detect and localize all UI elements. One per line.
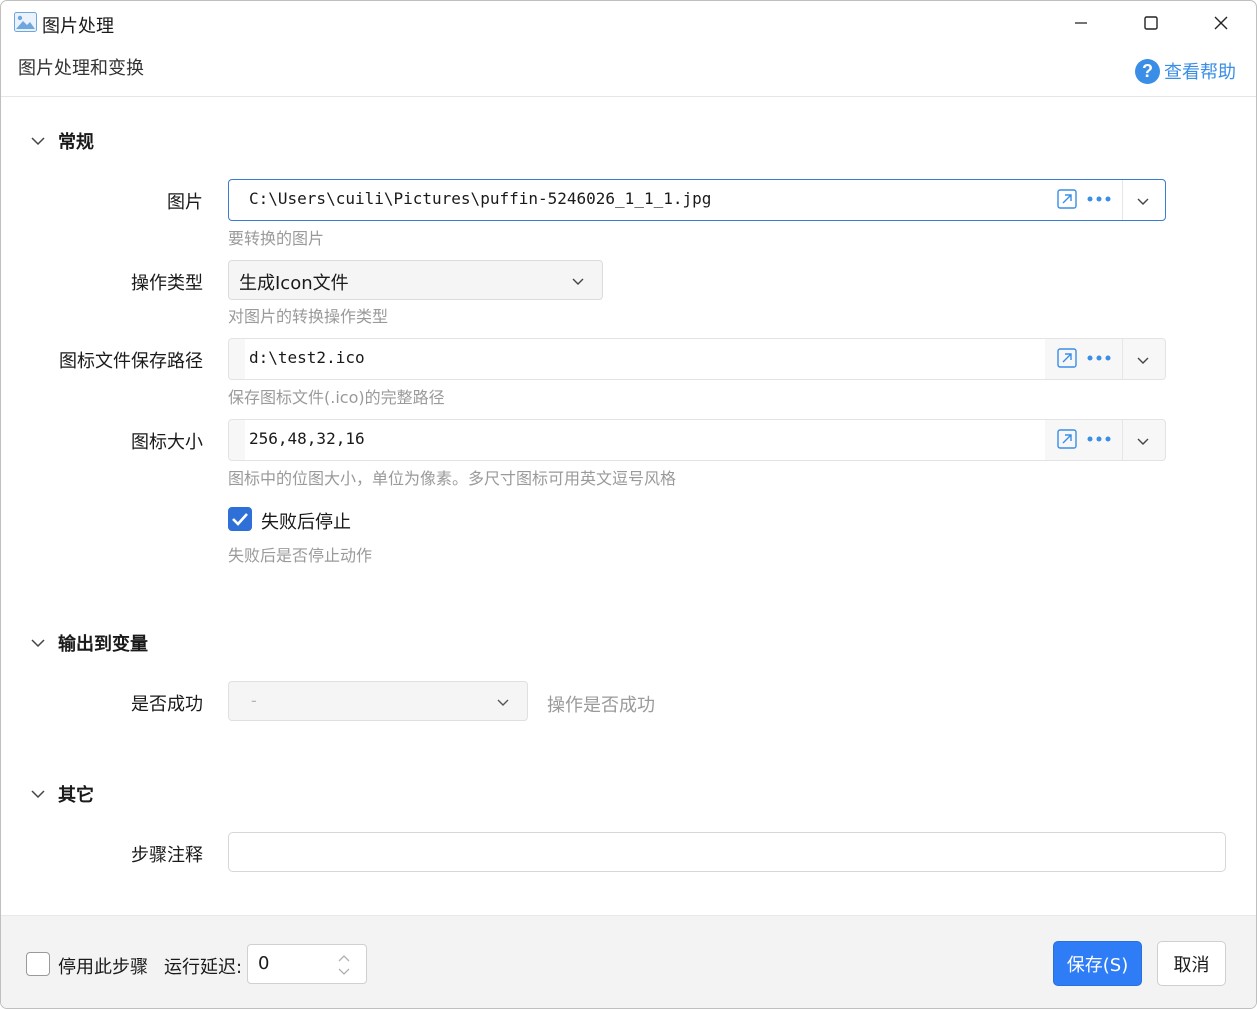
spinner-arrows-icon[interactable]: [336, 951, 352, 979]
operation-type-value: 生成Icon文件: [239, 273, 349, 294]
image-label: 图片: [167, 192, 203, 213]
minimize-icon: [1075, 22, 1087, 24]
chevron-down-icon[interactable]: [1135, 193, 1151, 209]
operation-type-select[interactable]: 生成Icon文件: [228, 260, 603, 300]
help-label: 查看帮助: [1164, 62, 1236, 83]
close-button[interactable]: [1191, 5, 1251, 41]
dialog-header: 图片处理和变换 ? 查看帮助: [1, 45, 1256, 97]
checkmark-icon: [232, 513, 248, 526]
image-app-icon: [14, 12, 37, 32]
disable-step-label[interactable]: 停用此步骤: [58, 953, 148, 979]
image-path-field[interactable]: C:\Users\cuili\Pictures\puffin-5246026_1…: [228, 179, 1166, 221]
run-delay-value: 0: [258, 953, 270, 974]
chevron-down-icon[interactable]: [1135, 352, 1151, 368]
cancel-button[interactable]: 取消: [1157, 941, 1226, 986]
operation-type-hint: 对图片的转换操作类型: [228, 307, 389, 326]
more-options-icon[interactable]: [1086, 429, 1112, 449]
more-options-icon[interactable]: [1086, 348, 1112, 368]
success-var-hint: 操作是否成功: [547, 695, 655, 716]
icon-save-path-field[interactable]: d:\test2.ico: [228, 338, 1166, 380]
run-delay-spinner[interactable]: 0: [247, 944, 367, 984]
stop-on-fail-hint: 失败后是否停止动作: [228, 546, 373, 565]
open-external-icon[interactable]: [1057, 189, 1077, 209]
chevron-down-icon: [31, 137, 45, 146]
icon-size-label: 图标大小: [131, 432, 203, 453]
success-var-value: -: [251, 691, 257, 710]
open-external-icon[interactable]: [1057, 348, 1077, 368]
maximize-icon: [1144, 16, 1158, 30]
help-link[interactable]: ? 查看帮助: [1135, 58, 1236, 84]
icon-size-value: 256,48,32,16: [249, 429, 365, 448]
chevron-down-icon[interactable]: [1135, 433, 1151, 449]
more-options-icon[interactable]: [1086, 189, 1112, 209]
section-other-header[interactable]: 其它: [30, 781, 94, 807]
section-output-label: 输出到变量: [58, 634, 148, 655]
image-path-value: C:\Users\cuili\Pictures\puffin-5246026_1…: [249, 189, 712, 208]
icon-save-path-hint: 保存图标文件(.ico)的完整路径: [228, 388, 445, 407]
step-note-label: 步骤注释: [131, 845, 203, 866]
image-processing-dialog: 图片处理 图片处理和变换 ? 查看帮助 常规 图片 C:\Users\cuili…: [0, 0, 1257, 1009]
section-output-header[interactable]: 输出到变量: [30, 630, 148, 656]
chevron-down-icon: [497, 699, 509, 706]
section-general-header[interactable]: 常规: [30, 128, 94, 154]
question-icon: ?: [1135, 58, 1160, 84]
icon-save-path-value: d:\test2.ico: [249, 348, 365, 367]
dialog-footer: 停用此步骤 运行延迟: 0 保存(S) 取消: [1, 915, 1256, 1008]
run-delay-label: 运行延迟:: [164, 957, 243, 978]
success-var-select[interactable]: -: [228, 681, 528, 721]
section-other-label: 其它: [58, 785, 94, 806]
title-bar: 图片处理: [1, 1, 1256, 45]
dialog-subtitle: 图片处理和变换: [18, 58, 144, 79]
section-general-label: 常规: [58, 132, 94, 153]
save-button[interactable]: 保存(S): [1053, 941, 1142, 986]
stop-on-fail-checkbox[interactable]: [228, 507, 252, 531]
icon-save-path-label: 图标文件保存路径: [59, 351, 203, 372]
maximize-button[interactable]: [1121, 5, 1181, 41]
chevron-down-icon: [31, 790, 45, 799]
operation-type-label: 操作类型: [131, 273, 203, 294]
icon-size-field[interactable]: 256,48,32,16: [228, 419, 1166, 461]
success-var-label: 是否成功: [131, 694, 203, 715]
image-hint: 要转换的图片: [228, 229, 325, 248]
close-icon: [1214, 16, 1228, 30]
step-note-input[interactable]: [228, 832, 1226, 872]
open-external-icon[interactable]: [1057, 429, 1077, 449]
window-title: 图片处理: [42, 16, 114, 37]
disable-step-checkbox[interactable]: [26, 952, 50, 976]
chevron-down-icon: [572, 278, 584, 285]
chevron-down-icon: [31, 639, 45, 648]
minimize-button[interactable]: [1051, 5, 1111, 41]
stop-on-fail-label[interactable]: 失败后停止: [261, 508, 351, 534]
icon-size-hint: 图标中的位图大小，单位为像素。多尺寸图标可用英文逗号风格: [228, 469, 677, 488]
